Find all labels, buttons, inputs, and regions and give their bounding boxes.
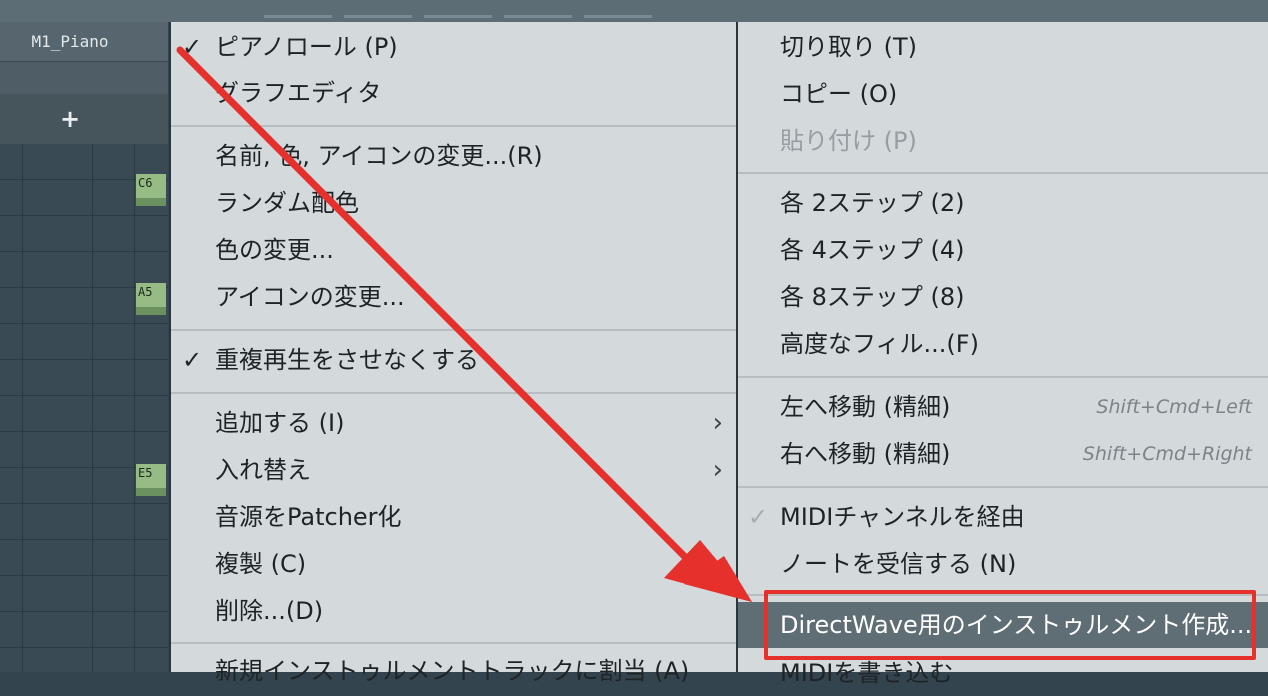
- menu-item-midi-channel-through[interactable]: ✓ MIDIチャンネルを経由: [738, 494, 1268, 540]
- key-label-a5: A5: [136, 283, 166, 315]
- menu-item-cut-itself[interactable]: ✓ 重複再生をさせなくする: [171, 337, 737, 383]
- check-icon: ✓: [748, 494, 768, 540]
- pattern-tick: [424, 15, 492, 18]
- chevron-right-icon: ›: [713, 400, 723, 446]
- menu-item-label: 各 4ステップ (4): [780, 236, 965, 264]
- menu-item-delete[interactable]: 削除...(D): [171, 588, 737, 634]
- menu-item-label: MIDIチャンネルを経由: [780, 503, 1025, 531]
- key-label-e5: E5: [136, 464, 166, 496]
- menu-item-label: 入れ替え: [215, 456, 311, 484]
- menu-divider: [171, 125, 737, 127]
- menu-item-label: ノートを受信する (N): [780, 550, 1016, 578]
- menu-item-label: 各 8ステップ (8): [780, 283, 965, 311]
- menu-item-every-4-steps[interactable]: 各 4ステップ (4): [738, 227, 1268, 273]
- menu-divider: [738, 486, 1268, 488]
- annotation-highlight-box: [764, 590, 1256, 660]
- menu-item-label: 重複再生をさせなくする: [215, 346, 479, 374]
- menu-item-label: ピアノロール (P): [215, 33, 398, 61]
- menu-item-label: 切り取り (T): [780, 33, 917, 61]
- menu-item-label: 複製 (C): [215, 550, 306, 578]
- menu-item-label: コピー (O): [780, 80, 897, 108]
- menu-item-label: 右へ移動 (精細): [780, 440, 950, 468]
- menu-item-cut[interactable]: 切り取り (T): [738, 24, 1268, 70]
- piano-roll-grid[interactable]: C6 A5 E5: [0, 144, 168, 672]
- channel-strip: [0, 62, 168, 94]
- pattern-tick: [264, 15, 332, 18]
- check-icon: ✓: [182, 24, 202, 70]
- key-label-c6: C6: [136, 174, 166, 206]
- menu-item-label: ランダム配色: [215, 189, 359, 217]
- menu-item-paste: 貼り付け (P): [738, 118, 1268, 164]
- pattern-tick: [504, 15, 572, 18]
- menu-item-label: 左へ移動 (精細): [780, 393, 950, 421]
- menu-divider: [738, 376, 1268, 378]
- menu-item-patcher[interactable]: 音源をPatcher化: [171, 494, 737, 540]
- check-icon: ✓: [182, 337, 202, 383]
- menu-item-change-color[interactable]: 色の変更...: [171, 227, 737, 273]
- menu-item-label: 新規インストゥルメントトラックに割当 (A): [215, 657, 689, 685]
- menu-item-label: 高度なフィル...(F): [780, 330, 979, 358]
- menu-item-random-color[interactable]: ランダム配色: [171, 180, 737, 226]
- menu-item-label: 貼り付け (P): [780, 127, 917, 155]
- menu-item-label: MIDIを書き込む: [780, 659, 953, 687]
- menu-item-every-2-steps[interactable]: 各 2ステップ (2): [738, 180, 1268, 226]
- menu-item-rename[interactable]: 名前, 色, アイコンの変更...(R): [171, 133, 737, 179]
- shortcut-label: Shift+Cmd+Right: [1083, 431, 1252, 477]
- menu-item-shift-left[interactable]: 左へ移動 (精細) Shift+Cmd+Left: [738, 384, 1268, 430]
- menu-item-label: 音源をPatcher化: [215, 503, 402, 531]
- shortcut-label: Shift+Cmd+Left: [1096, 384, 1252, 430]
- menu-divider: [738, 172, 1268, 174]
- top-toolbar-strip: [0, 0, 1268, 22]
- menu-item-label: 名前, 色, アイコンの変更...(R): [215, 142, 543, 170]
- menu-item-piano-roll[interactable]: ✓ ピアノロール (P): [171, 24, 737, 70]
- channel-name-button[interactable]: M1_Piano: [0, 22, 168, 62]
- menu-divider: [171, 329, 737, 331]
- chevron-right-icon: ›: [713, 447, 723, 493]
- edit-submenu: 切り取り (T) コピー (O) 貼り付け (P) 各 2ステップ (2) 各 …: [736, 22, 1268, 672]
- menu-item-shift-right[interactable]: 右へ移動 (精細) Shift+Cmd+Right: [738, 431, 1268, 477]
- menu-item-graph-editor[interactable]: グラフエディタ: [171, 70, 737, 116]
- menu-item-assign-track[interactable]: 新規インストゥルメントトラックに割当 (A): [171, 648, 737, 694]
- menu-item-receive-notes[interactable]: ノートを受信する (N) ›: [738, 541, 1268, 587]
- menu-item-change-icon[interactable]: アイコンの変更...: [171, 274, 737, 320]
- menu-item-label: 各 2ステップ (2): [780, 189, 965, 217]
- menu-item-every-8-steps[interactable]: 各 8ステップ (8): [738, 274, 1268, 320]
- menu-item-label: アイコンの変更...: [215, 283, 405, 311]
- menu-item-label: グラフエディタ: [215, 79, 381, 107]
- pattern-tick: [584, 15, 652, 18]
- menu-item-insert[interactable]: 追加する (I) ›: [171, 400, 737, 446]
- menu-item-label: 色の変更...: [215, 236, 334, 264]
- menu-item-label: 追加する (I): [215, 409, 344, 437]
- menu-divider: [171, 392, 737, 394]
- menu-item-replace[interactable]: 入れ替え ›: [171, 447, 737, 493]
- add-channel-button[interactable]: +: [0, 94, 168, 144]
- menu-item-label: 削除...(D): [215, 597, 323, 625]
- menu-item-copy[interactable]: コピー (O): [738, 71, 1268, 117]
- pattern-tick: [344, 15, 412, 18]
- menu-divider: [171, 642, 737, 644]
- channel-context-menu: ✓ ピアノロール (P) グラフエディタ 名前, 色, アイコンの変更...(R…: [169, 22, 737, 672]
- menu-item-clone[interactable]: 複製 (C): [171, 541, 737, 587]
- menu-item-advanced-fill[interactable]: 高度なフィル...(F): [738, 321, 1268, 367]
